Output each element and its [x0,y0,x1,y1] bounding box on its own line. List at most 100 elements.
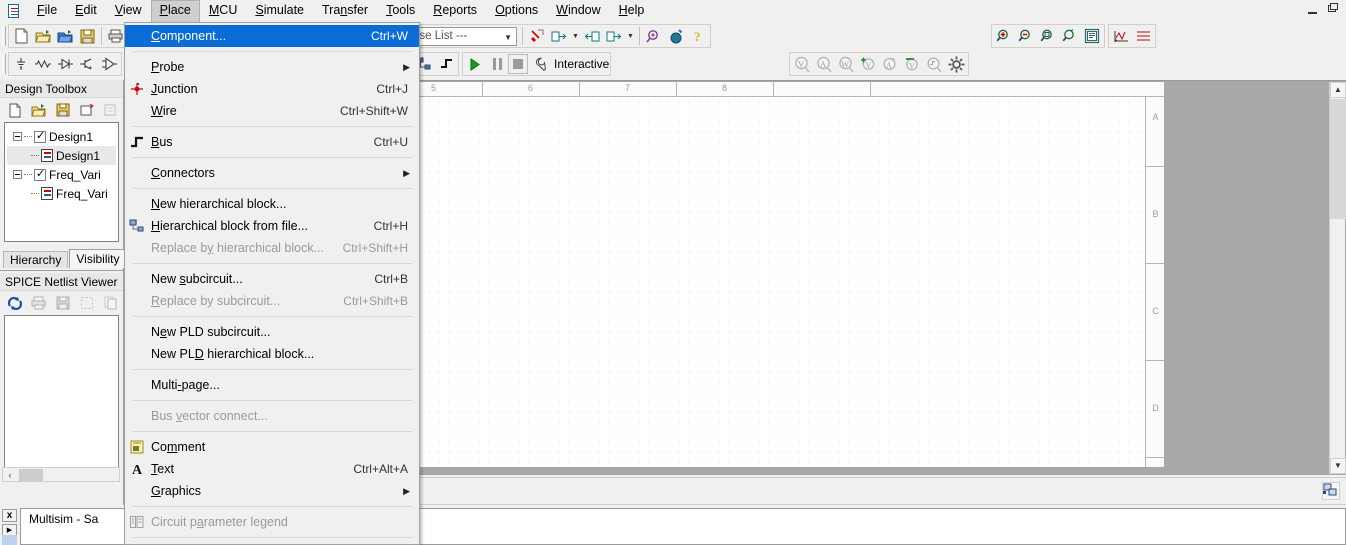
transfer-in-icon[interactable] [581,25,603,47]
voltmeter-probe-icon[interactable]: V [791,53,813,75]
restore-button[interactable] [1324,2,1344,18]
forward-annotate-dropdown-arrow[interactable]: ▼ [625,25,636,47]
expander-icon[interactable] [13,132,22,141]
menu-help[interactable]: Help [610,0,654,22]
place-menu-dropdown[interactable]: Component... Ctrl+W Probe ▶ Junction Ctrl+J Wi… [124,22,420,545]
save-sheet-icon[interactable] [52,99,74,121]
chevron-up-icon[interactable]: ▲ [1330,82,1346,98]
new-file-icon[interactable] [10,25,32,47]
menu-edit[interactable]: Edit [66,0,106,22]
menu-view[interactable]: View [106,0,151,22]
place-probe-icon[interactable] [526,25,548,47]
source-icon[interactable] [10,53,32,75]
menu-item-junction[interactable]: Junction Ctrl+J [125,78,419,100]
menu-options[interactable]: Options [486,0,547,22]
toolbar-grip-2[interactable] [2,54,6,74]
stop-button[interactable] [508,54,528,74]
save-icon[interactable] [76,25,98,47]
scroll-left-icon[interactable]: ‹ [3,470,17,480]
resistor-icon[interactable] [32,53,54,75]
forward-annotate-icon[interactable] [603,25,625,47]
menu-file[interactable]: File [28,0,66,22]
ammeter-probe-icon[interactable]: A [813,53,835,75]
close-sheet-icon[interactable] [76,99,98,121]
print-icon[interactable] [28,292,50,314]
open-design-icon[interactable] [54,25,76,47]
open-sheet-icon[interactable] [28,99,50,121]
menu-item-wire[interactable]: Wire Ctrl+Shift+W [125,100,419,122]
open-file-icon[interactable] [32,25,54,47]
transfer-out-icon[interactable] [548,25,570,47]
design-tree[interactable]: Design1 Design1 Freq_Vari Freq_Vari [4,122,119,242]
wattmeter-probe-icon[interactable]: W [835,53,857,75]
spice-netlist-content[interactable] [4,315,119,475]
menu-place[interactable]: Place [150,0,200,22]
tab-hierarchy[interactable]: Hierarchy [3,251,69,268]
netlist-horizontal-scrollbar[interactable]: ‹ [2,467,120,482]
zoom-fit-icon[interactable] [1059,25,1081,47]
menu-item-new-pld-subcircuit[interactable]: New PLD subcircuit... [125,321,419,343]
menu-item-connectors[interactable]: Connectors ▶ [125,162,419,184]
refresh-icon[interactable] [4,292,26,314]
grapher-icon[interactable] [1110,25,1132,47]
place-bus-icon[interactable] [435,53,457,75]
minimize-button[interactable] [1303,2,1323,18]
menu-item-new-pld-hierarchical-block[interactable]: New PLD hierarchical block... [125,343,419,365]
analog-icon[interactable] [98,53,120,75]
new-sheet-icon[interactable] [4,99,26,121]
menu-item-hierarchical-block-from-file[interactable]: Hierarchical block from file... Ctrl+H [125,215,419,237]
tree-item-freqvari-sheet[interactable]: Freq_Vari [7,184,116,203]
zoom-in-icon[interactable] [993,25,1015,47]
rename-sheet-icon[interactable] [100,99,122,121]
reference-voltage-probe-icon[interactable]: V [901,53,923,75]
tab-visibility[interactable]: Visibility [69,249,127,268]
menu-item-new-subcircuit[interactable]: New subcircuit... Ctrl+B [125,268,419,290]
pause-button[interactable] [486,53,508,75]
scroll-thumb[interactable] [19,468,43,481]
menu-item-new-hierarchical-block[interactable]: New hierarchical block... [125,193,419,215]
toolbar-grip[interactable] [2,26,6,46]
transfer-out-dropdown-arrow[interactable]: ▼ [570,25,581,47]
menu-item-component[interactable]: Component... Ctrl+W [125,25,419,47]
menu-window[interactable]: Window [547,0,609,22]
checkbox-icon[interactable] [34,129,46,143]
diode-icon[interactable] [54,53,76,75]
zoom-out-icon[interactable] [1015,25,1037,47]
menu-item-graphics[interactable]: Graphics ▶ [125,480,419,502]
probe-settings-icon[interactable] [945,53,967,75]
transistor-icon[interactable] [76,53,98,75]
menu-tools[interactable]: Tools [377,0,424,22]
canvas-vertical-scrollbar[interactable]: ▲ ▼ [1329,82,1346,474]
menu-simulate[interactable]: Simulate [246,0,313,22]
copy-icon[interactable] [100,292,122,314]
current-probe-icon[interactable]: A [879,53,901,75]
zoom-full-icon[interactable] [1081,25,1103,47]
analyses-icon[interactable] [1132,25,1154,47]
tree-item-design-sheet[interactable]: Design1 [7,146,116,165]
menu-item-text[interactable]: A Text Ctrl+Alt+A [125,458,419,480]
tile-windows-icon[interactable] [1322,482,1340,500]
spreadsheet-tab-marker[interactable] [2,535,17,545]
tree-item-design-group[interactable]: Design1 [7,127,116,146]
zoom-area-icon[interactable] [1037,25,1059,47]
menu-reports[interactable]: Reports [424,0,486,22]
help-icon[interactable]: ? [687,25,709,47]
menu-item-bus[interactable]: Bus Ctrl+U [125,131,419,153]
wrench-icon[interactable] [528,53,550,75]
chevron-down-icon[interactable]: ▼ [1330,458,1346,474]
run-button[interactable] [464,53,486,75]
expander-icon[interactable] [13,170,22,179]
checkbox-icon[interactable] [34,167,46,181]
menu-item-probe[interactable]: Probe ▶ [125,56,419,78]
differential-voltage-probe-icon[interactable]: V [857,53,879,75]
menu-item-multi-page[interactable]: Multi-page... [125,374,419,396]
globe-icon[interactable] [665,25,687,47]
save-icon[interactable] [52,292,74,314]
menu-mcu[interactable]: MCU [200,0,246,22]
tree-item-freqvari-group[interactable]: Freq_Vari [7,165,116,184]
menu-transfer[interactable]: Transfer [313,0,377,22]
digital-probe-icon[interactable] [923,53,945,75]
vertical-scroll-thumb[interactable] [1330,99,1346,219]
search-component-icon[interactable] [643,25,665,47]
menu-item-comment[interactable]: Comment [125,436,419,458]
